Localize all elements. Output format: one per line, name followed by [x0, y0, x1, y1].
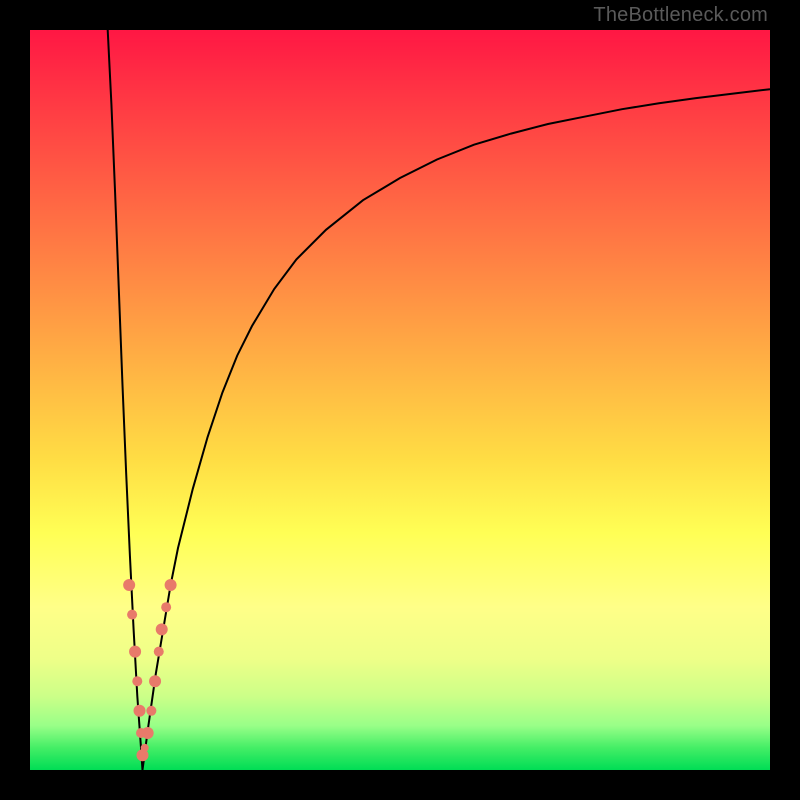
- chart-container: TheBottleneck.com: [0, 0, 800, 800]
- plot-gradient: [30, 30, 770, 770]
- watermark: TheBottleneck.com: [593, 4, 768, 27]
